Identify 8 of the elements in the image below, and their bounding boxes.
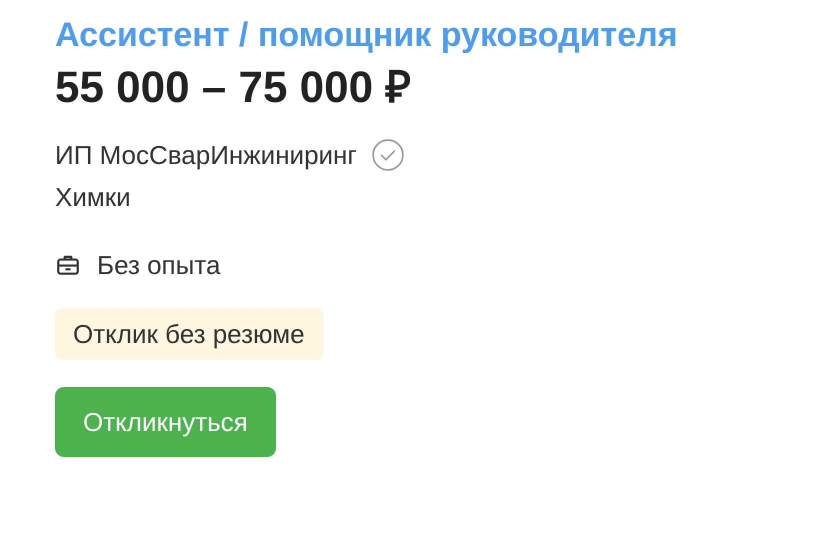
salary: 55 000 – 75 000 ₽ — [55, 62, 412, 114]
experience: Без опыта — [97, 249, 220, 282]
vacancy-title-link[interactable]: Ассистент / помощник руководителя — [55, 12, 678, 58]
company-name-link[interactable]: ИП МосСварИнжиниринг — [55, 138, 357, 172]
check-circle-icon — [370, 138, 405, 172]
city: Химки — [55, 181, 131, 214]
apply-button[interactable]: Откликнуться — [55, 387, 276, 457]
no-resume-badge: Отклик без резюме — [55, 308, 323, 360]
